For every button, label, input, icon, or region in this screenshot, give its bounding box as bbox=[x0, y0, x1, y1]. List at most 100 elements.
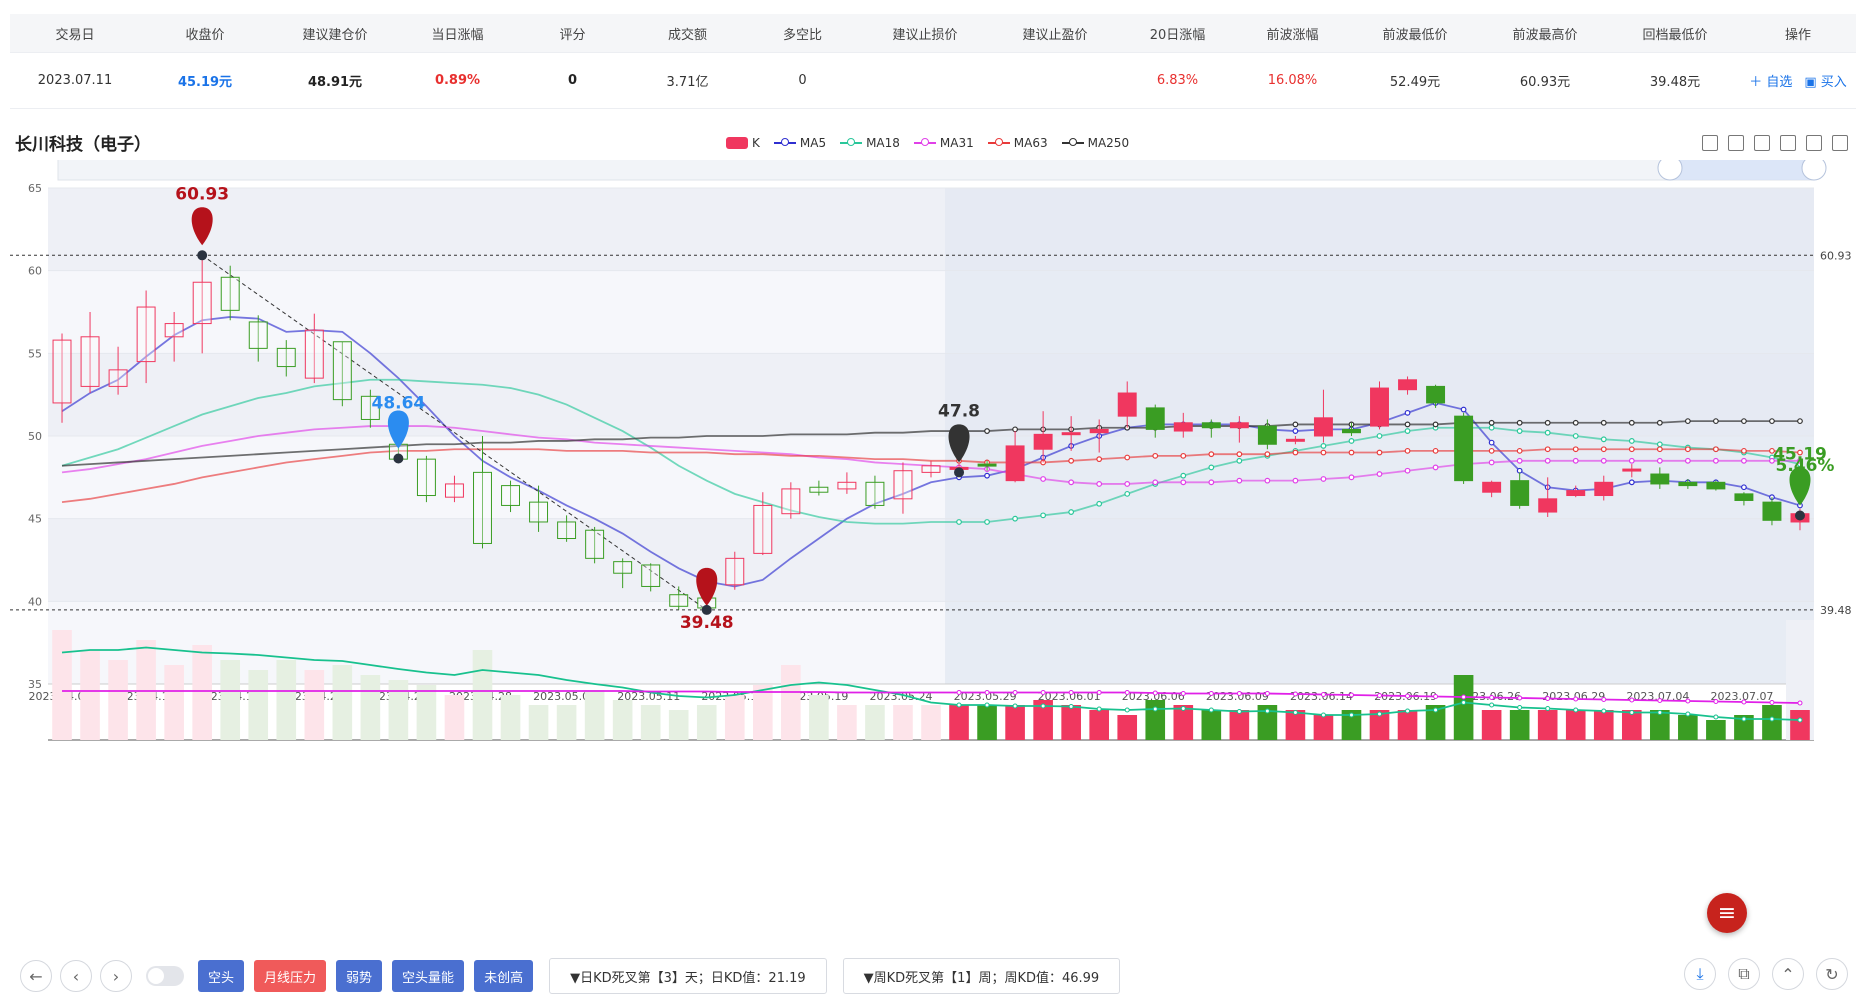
pin-marker-label: 47.8 bbox=[938, 401, 980, 421]
ma-point bbox=[1544, 429, 1551, 436]
ma-point bbox=[1320, 476, 1327, 482]
header-10: 前波涨幅 bbox=[1266, 27, 1319, 43]
ma-point bbox=[984, 519, 990, 525]
ma-point bbox=[1684, 418, 1691, 425]
back-button[interactable]: ← bbox=[20, 960, 52, 992]
volume-bar bbox=[304, 670, 325, 740]
table-row[interactable]: 2023.07.11 45.19元 48.91元 0.89% 0 3.71亿 0… bbox=[10, 53, 1856, 109]
volume-point bbox=[1797, 700, 1803, 706]
ma-point bbox=[1572, 457, 1579, 464]
header-14: 操作 bbox=[1784, 27, 1811, 43]
zoom-select-icon[interactable] bbox=[1806, 135, 1822, 151]
chart-legend[interactable]: K MA5 MA18 MA31 MA63 MA250 bbox=[726, 136, 1129, 150]
candle bbox=[332, 341, 352, 401]
volume-point bbox=[1264, 708, 1270, 714]
legend-item-ma250[interactable]: MA250 bbox=[1061, 136, 1129, 150]
candle bbox=[977, 463, 997, 467]
next-button[interactable]: › bbox=[100, 960, 132, 992]
volume-point bbox=[1040, 703, 1046, 709]
ma-point bbox=[1180, 452, 1187, 459]
volume-point bbox=[984, 690, 990, 695]
download-icon[interactable]: ⤓ bbox=[1684, 958, 1716, 990]
undo-crop-icon[interactable] bbox=[1754, 135, 1770, 151]
cell-turnover: 3.71亿 bbox=[666, 75, 709, 90]
cell-close: 45.19元 bbox=[177, 75, 233, 90]
volume-point bbox=[956, 690, 962, 695]
legend-item-k[interactable]: K bbox=[726, 136, 760, 150]
volume-bar bbox=[1061, 705, 1081, 740]
volume-bar bbox=[1005, 705, 1025, 740]
prev-button[interactable]: ‹ bbox=[60, 960, 92, 992]
signal-tag-3[interactable]: 空头量能 bbox=[392, 960, 465, 992]
pin-point bbox=[197, 250, 208, 261]
y-tick-label: 45 bbox=[28, 513, 42, 526]
volume-point bbox=[1152, 706, 1158, 712]
ma-point bbox=[984, 428, 990, 434]
signal-tag-2[interactable]: 弱势 bbox=[336, 960, 383, 992]
toggle-switch[interactable] bbox=[146, 966, 184, 986]
volume-point bbox=[1769, 716, 1775, 722]
candle bbox=[865, 481, 885, 506]
refresh-icon[interactable]: ↻ bbox=[1816, 958, 1848, 990]
scroll-top-icon[interactable]: ⌃ bbox=[1772, 958, 1804, 990]
ma-point bbox=[1516, 457, 1523, 464]
legend-label: MA31 bbox=[939, 136, 974, 150]
candle bbox=[669, 594, 689, 607]
candle bbox=[1762, 501, 1782, 521]
candle bbox=[1257, 425, 1277, 445]
volume-bar bbox=[1397, 710, 1418, 740]
candle bbox=[108, 369, 128, 387]
ma-point bbox=[1292, 477, 1299, 484]
crop-icon[interactable] bbox=[1728, 135, 1744, 151]
volume-point bbox=[1489, 695, 1495, 700]
buy-button[interactable]: ▣ 买入 bbox=[1804, 71, 1846, 90]
legend-swatch bbox=[726, 137, 748, 149]
legend-item-ma31[interactable]: MA31 bbox=[913, 136, 974, 150]
header-12: 前波最高价 bbox=[1512, 27, 1578, 43]
candle bbox=[1650, 473, 1670, 485]
ma-point bbox=[1460, 406, 1467, 413]
volume-point bbox=[1236, 709, 1242, 714]
restore-icon[interactable] bbox=[1780, 135, 1796, 151]
volume-point bbox=[1601, 697, 1607, 702]
legend-item-ma5[interactable]: MA5 bbox=[773, 136, 826, 150]
signal-tag-4[interactable]: 未创高 bbox=[474, 960, 534, 992]
volume-point bbox=[1180, 706, 1186, 711]
volume-point bbox=[1096, 706, 1102, 712]
candle bbox=[1229, 422, 1249, 429]
candlestick-chart[interactable]: 656055504540352023.04.072023.04.122023.0… bbox=[0, 160, 1866, 905]
menu-fab-button[interactable]: ≡ bbox=[1707, 893, 1747, 933]
ma-point bbox=[1348, 449, 1355, 456]
volume-point bbox=[956, 702, 962, 708]
x-tick-label: 2023.06.09 bbox=[1206, 690, 1269, 703]
add-watchlist-button[interactable]: ＋ 自选 bbox=[1749, 71, 1792, 90]
ma-point bbox=[1124, 454, 1131, 461]
volume-bar bbox=[640, 705, 661, 740]
candle bbox=[1454, 415, 1474, 482]
refresh-icon[interactable] bbox=[1702, 135, 1718, 151]
header-2: 建议建仓价 bbox=[302, 27, 368, 43]
ma-point bbox=[1628, 479, 1635, 486]
ma-point bbox=[1376, 433, 1383, 439]
bottom-toolbar: ← ‹ › 空头 月线压力 弱势 空头量能 未创高 ▼日KD死叉第【3】天；日KD值：2… bbox=[20, 958, 1121, 994]
ma-point bbox=[1180, 472, 1187, 479]
volume-point bbox=[1096, 690, 1102, 695]
download-icon[interactable] bbox=[1832, 135, 1848, 151]
legend-item-ma18[interactable]: MA18 bbox=[840, 136, 900, 150]
copy-icon[interactable]: ⧉ bbox=[1728, 958, 1760, 990]
legend-item-ma63[interactable]: MA63 bbox=[987, 136, 1048, 150]
pin-point bbox=[393, 453, 404, 464]
signal-tag-0[interactable]: 空头 bbox=[198, 960, 245, 992]
volume-bar bbox=[556, 705, 577, 740]
ma-point bbox=[1012, 426, 1018, 433]
ma-point bbox=[1572, 419, 1579, 426]
x-tick-label: 2023.06.29 bbox=[1542, 690, 1605, 703]
candle bbox=[1033, 433, 1053, 450]
signal-tag-1[interactable]: 月线压力 bbox=[254, 960, 327, 992]
candle bbox=[304, 329, 324, 379]
candle bbox=[641, 564, 661, 587]
candle bbox=[585, 529, 605, 559]
volume-bar bbox=[781, 665, 801, 740]
zoom-handle-left bbox=[1657, 160, 1683, 181]
ma-point bbox=[1488, 447, 1495, 454]
